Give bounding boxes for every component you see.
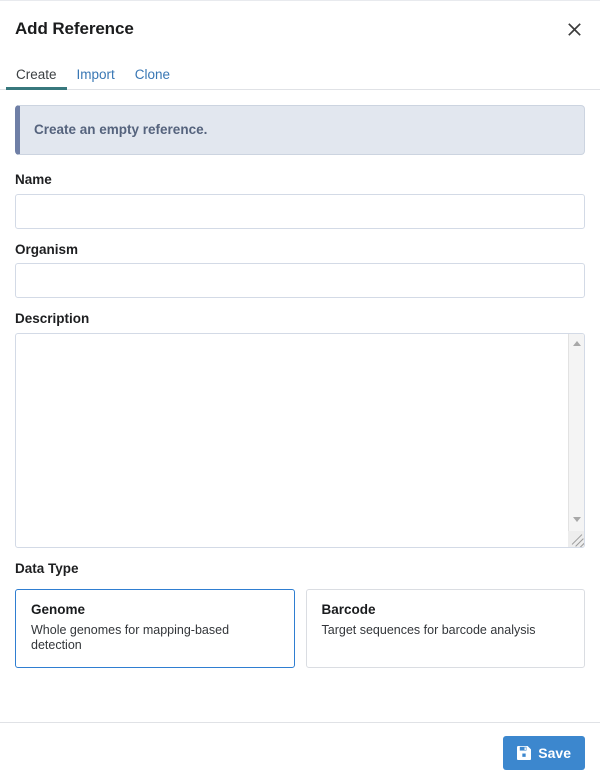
- modal-body: Create an empty reference. Name Organism…: [0, 90, 600, 722]
- data-type-option-genome[interactable]: Genome Whole genomes for mapping-based d…: [15, 589, 295, 668]
- textarea-resize-handle[interactable]: [568, 531, 584, 547]
- scroll-down-arrow-icon[interactable]: [569, 512, 584, 528]
- description-textarea[interactable]: [16, 334, 568, 547]
- modal-footer: Save: [0, 722, 600, 782]
- data-type-option-title: Genome: [31, 603, 279, 617]
- description-textarea-wrapper: [15, 333, 585, 548]
- data-type-option-barcode[interactable]: Barcode Target sequences for barcode ana…: [306, 589, 586, 668]
- data-type-options: Genome Whole genomes for mapping-based d…: [15, 589, 585, 668]
- modal-header: Add Reference: [0, 1, 600, 56]
- add-reference-modal: Add Reference Create Import Clone Create…: [0, 0, 600, 782]
- tab-create[interactable]: Create: [6, 68, 67, 90]
- info-alert: Create an empty reference.: [15, 105, 585, 155]
- description-scrollbar[interactable]: [568, 334, 584, 547]
- info-alert-text: Create an empty reference.: [34, 123, 207, 137]
- data-type-option-title: Barcode: [322, 603, 570, 617]
- data-type-label: Data Type: [15, 562, 585, 576]
- scroll-up-arrow-icon[interactable]: [569, 336, 584, 352]
- floppy-disk-save-icon: [517, 746, 531, 760]
- field-group-organism: Organism: [15, 243, 585, 299]
- description-label: Description: [15, 312, 585, 326]
- name-input[interactable]: [15, 194, 585, 229]
- data-type-option-description: Target sequences for barcode analysis: [322, 623, 570, 638]
- tab-import[interactable]: Import: [67, 68, 125, 90]
- close-icon[interactable]: [562, 17, 586, 41]
- tab-clone[interactable]: Clone: [125, 68, 180, 90]
- save-button-label: Save: [538, 746, 571, 760]
- name-label: Name: [15, 173, 585, 187]
- field-group-name: Name: [15, 173, 585, 229]
- page-title: Add Reference: [15, 20, 134, 37]
- save-button[interactable]: Save: [503, 736, 585, 770]
- data-type-option-description: Whole genomes for mapping-based detectio…: [31, 623, 279, 653]
- organism-label: Organism: [15, 243, 585, 257]
- field-group-description: Description: [15, 312, 585, 548]
- field-group-data-type: Data Type Genome Whole genomes for mappi…: [15, 562, 585, 668]
- organism-input[interactable]: [15, 263, 585, 298]
- tab-bar: Create Import Clone: [0, 56, 600, 90]
